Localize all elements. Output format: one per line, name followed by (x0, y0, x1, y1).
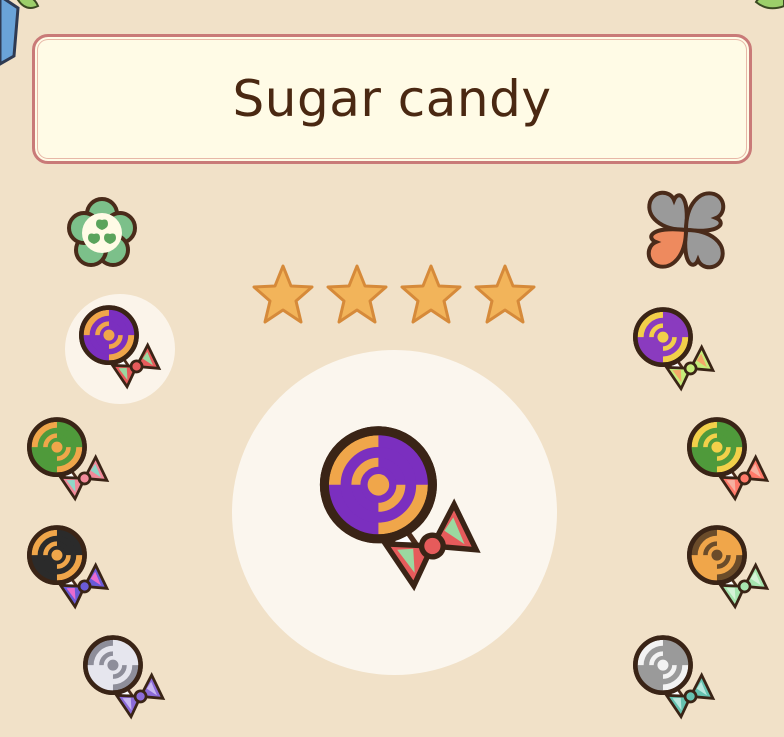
star-icon (400, 264, 462, 324)
item-title: Sugar candy (232, 70, 552, 128)
star-icon (252, 264, 314, 324)
lollipop-green-yellow-icon[interactable] (682, 414, 774, 506)
lollipop-green-orange-icon[interactable] (22, 414, 114, 506)
item-title-panel: Sugar candy (32, 34, 752, 164)
lollipop-purple-orange-icon[interactable] (74, 302, 166, 394)
rating-stars (250, 262, 540, 328)
star-icon (326, 264, 388, 324)
lollipop-preview-icon (310, 420, 490, 600)
lollipop-black-orange-icon[interactable] (22, 522, 114, 614)
star-icon (474, 264, 536, 324)
lollipop-gray-white-icon[interactable] (628, 632, 720, 724)
lollipop-orange-brown-icon[interactable] (682, 522, 774, 614)
corner-decoration-right-icon (754, 0, 784, 10)
lollipop-white-gray-icon[interactable] (78, 632, 170, 724)
lollipop-purple-yellow-icon[interactable] (628, 304, 720, 396)
clover-badge-icon[interactable] (66, 196, 138, 268)
four-leaf-clover-icon[interactable] (640, 186, 732, 276)
